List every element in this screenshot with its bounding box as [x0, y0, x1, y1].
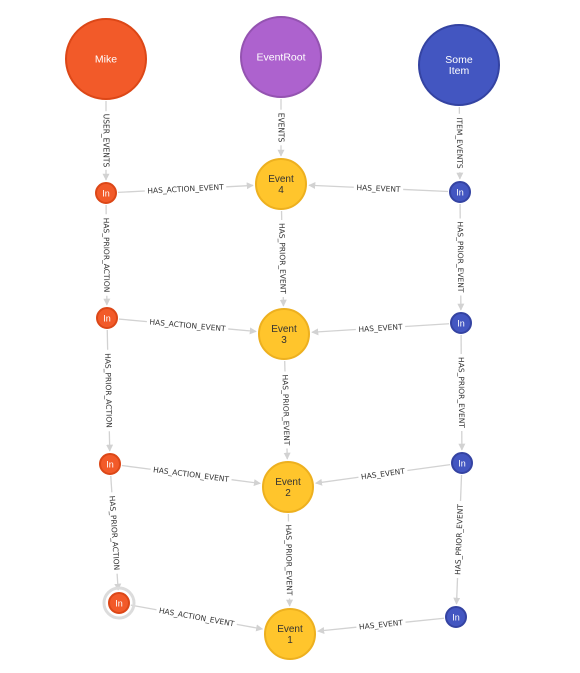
relationship-user-events[interactable]: USER_EVENTS [101, 101, 110, 181]
node-label: Event [268, 174, 294, 185]
node-i4[interactable]: In [449, 181, 471, 203]
relationship-arrow [317, 626, 357, 634]
relationship-label: HAS_ACTION_EVENT [147, 183, 224, 196]
node-e3[interactable]: Event3 [258, 308, 310, 360]
relationship-label: HAS_PRIOR_EVENT [280, 374, 291, 446]
relationship-line [459, 474, 463, 502]
node-i1[interactable]: In [445, 606, 467, 628]
node-e1[interactable]: Event1 [264, 608, 316, 660]
node-label: 1 [287, 635, 293, 646]
relationship-label: HAS_EVENT [358, 322, 403, 334]
node-label: EventRoot [256, 52, 305, 64]
relationship-item-events[interactable]: ITEM_EVENTS [455, 106, 464, 180]
node-label: In [457, 319, 465, 329]
relationship-arrow [311, 328, 356, 336]
relationship-line [117, 190, 145, 194]
node-label: In [103, 314, 111, 324]
node-label: In [452, 613, 460, 623]
relationship-line [110, 475, 113, 493]
relationship-has-action-event[interactable]: HAS_ACTION_EVENT [121, 464, 261, 487]
relationship-has-action-event[interactable]: HAS_ACTION_EVENT [130, 604, 264, 632]
relationship-label: HAS_PRIOR_EVENT [456, 222, 466, 293]
relationship-has-action-event[interactable]: HAS_ACTION_EVENT [118, 317, 257, 335]
relationship-label: USER_EVENTS [101, 114, 110, 168]
node-label: Mike [95, 54, 117, 66]
relationship-arrow [315, 476, 359, 486]
node-label: In [102, 189, 110, 199]
relationship-line [118, 318, 147, 323]
relationship-arrow [453, 577, 461, 605]
node-label: In [456, 188, 464, 198]
node-label: Item [449, 65, 470, 77]
relationship-label: HAS_PRIOR_EVENT [277, 223, 287, 294]
relationship-label: HAS_ACTION_EVENT [149, 317, 226, 333]
relationship-line [407, 463, 451, 472]
node-u1[interactable]: In [102, 586, 136, 620]
relationship-label: EVENTS [276, 113, 285, 143]
node-label: 3 [281, 335, 287, 346]
relationship-has-prior-action[interactable]: HAS_PRIOR_ACTION [107, 475, 121, 591]
node-label: In [115, 599, 123, 609]
relationship-label: HAS_PRIOR_ACTION [107, 495, 121, 570]
relationship-has-prior-event[interactable]: HAS_PRIOR_EVENT [280, 360, 291, 460]
node-label: 4 [278, 185, 284, 196]
graph-canvas: USER_EVENTS EVENTS ITEM_EVENTS HAS_ACTION_E… [65, 16, 500, 660]
node-label: Event [277, 624, 303, 635]
relationship-has-event[interactable]: HAS_EVENT [308, 182, 449, 194]
relationship-has-action-event[interactable]: HAS_ACTION_EVENT [117, 182, 254, 196]
relationship-arrow [236, 623, 264, 632]
node-e2[interactable]: Event2 [262, 461, 314, 513]
relationship-arrow [231, 479, 261, 487]
relationship-has-prior-action[interactable]: HAS_PRIOR_ACTION [102, 204, 112, 306]
node-label: Event [275, 477, 301, 488]
relationship-label: HAS_PRIOR_EVENT [457, 357, 467, 428]
relationship-events[interactable]: EVENTS [276, 99, 285, 157]
relationship-arrow [308, 182, 354, 190]
relationship-arrow [228, 327, 257, 335]
relationship-has-prior-event[interactable]: HAS_PRIOR_EVENT [277, 210, 288, 307]
node-u2[interactable]: In [99, 453, 121, 475]
node-label: Event [271, 324, 297, 335]
node-e4[interactable]: Event4 [255, 158, 307, 210]
node-label: In [458, 459, 466, 469]
relationship-label: HAS_ACTION_EVENT [153, 465, 230, 484]
node-someitem[interactable]: SomeItem [418, 24, 500, 106]
relationship-has-prior-event[interactable]: HAS_PRIOR_EVENT [284, 513, 294, 607]
relationship-has-prior-event[interactable]: HAS_PRIOR_EVENT [457, 334, 467, 451]
relationship-has-prior-action[interactable]: HAS_PRIOR_ACTION [103, 329, 114, 452]
relationship-label: HAS_PRIOR_EVENT [453, 503, 465, 575]
relationship-line [403, 188, 449, 193]
relationship-has-prior-event[interactable]: HAS_PRIOR_EVENT [453, 474, 465, 605]
relationship-has-event[interactable]: HAS_EVENT [315, 463, 451, 486]
relationship-label: HAS_PRIOR_ACTION [103, 353, 114, 428]
node-mike[interactable]: Mike [65, 18, 147, 100]
relationship-line [121, 464, 151, 470]
relationship-label: ITEM_EVENTS [455, 117, 464, 169]
relationship-label: HAS_PRIOR_EVENT [284, 524, 294, 595]
node-label: 2 [285, 488, 291, 499]
relationship-line [405, 323, 450, 328]
node-i2[interactable]: In [451, 452, 473, 474]
node-label: In [106, 460, 114, 470]
relationship-label: HAS_EVENT [359, 618, 404, 631]
relationship-has-event[interactable]: HAS_EVENT [317, 617, 445, 634]
relationship-arrow [226, 182, 254, 190]
relationship-label: HAS_PRIOR_ACTION [102, 218, 112, 293]
node-u3[interactable]: In [96, 307, 118, 329]
relationship-label: HAS_EVENT [356, 183, 401, 194]
relationship-label: HAS_EVENT [360, 466, 405, 481]
relationship-line [405, 617, 445, 623]
node-eventroot[interactable]: EventRoot [240, 16, 322, 98]
node-i3[interactable]: In [450, 312, 472, 334]
node-u4[interactable]: In [95, 182, 117, 204]
relationship-label: HAS_ACTION_EVENT [158, 606, 235, 629]
relationship-has-event[interactable]: HAS_EVENT [311, 322, 450, 336]
relationship-has-prior-event[interactable]: HAS_PRIOR_EVENT [456, 203, 466, 311]
